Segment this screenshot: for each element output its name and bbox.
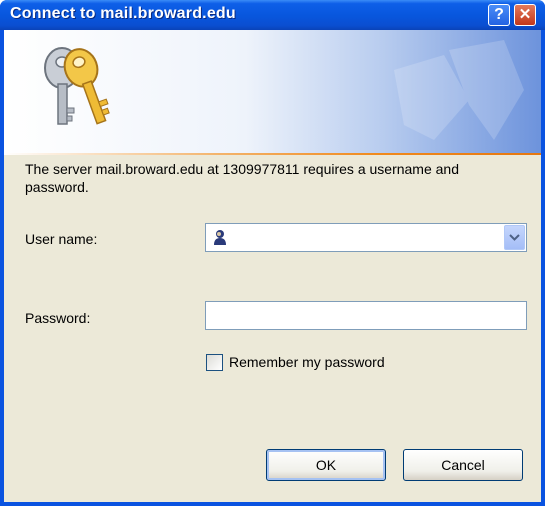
banner-accent-line <box>4 153 541 155</box>
help-button[interactable]: ? <box>488 4 510 26</box>
chevron-down-icon <box>509 234 520 241</box>
window-title: Connect to mail.broward.edu <box>10 5 236 22</box>
keys-icon <box>44 47 110 125</box>
username-dropdown-button[interactable] <box>504 225 525 250</box>
user-icon <box>214 230 226 245</box>
username-combobox[interactable] <box>205 223 527 252</box>
remember-password-label[interactable]: Remember my password <box>229 354 385 370</box>
ok-button[interactable]: OK <box>266 449 386 481</box>
cancel-button[interactable]: Cancel <box>403 449 523 481</box>
password-field[interactable] <box>205 301 527 330</box>
title-bar[interactable]: Connect to mail.broward.edu ? ✕ <box>0 0 545 30</box>
server-message: The server mail.broward.edu at 130997781… <box>25 161 459 195</box>
remember-password-checkbox[interactable] <box>206 354 223 371</box>
username-label: User name: <box>25 231 97 247</box>
password-label: Password: <box>25 310 91 326</box>
close-button[interactable]: ✕ <box>514 4 536 26</box>
header-banner <box>4 30 541 155</box>
username-label-text: User name: <box>25 231 98 247</box>
dialog-body: The server mail.broward.edu at 130997781… <box>4 30 541 502</box>
dialog-window: Connect to mail.broward.edu ? ✕ The serv… <box>0 0 545 506</box>
keys-watermark-icon <box>394 40 524 140</box>
